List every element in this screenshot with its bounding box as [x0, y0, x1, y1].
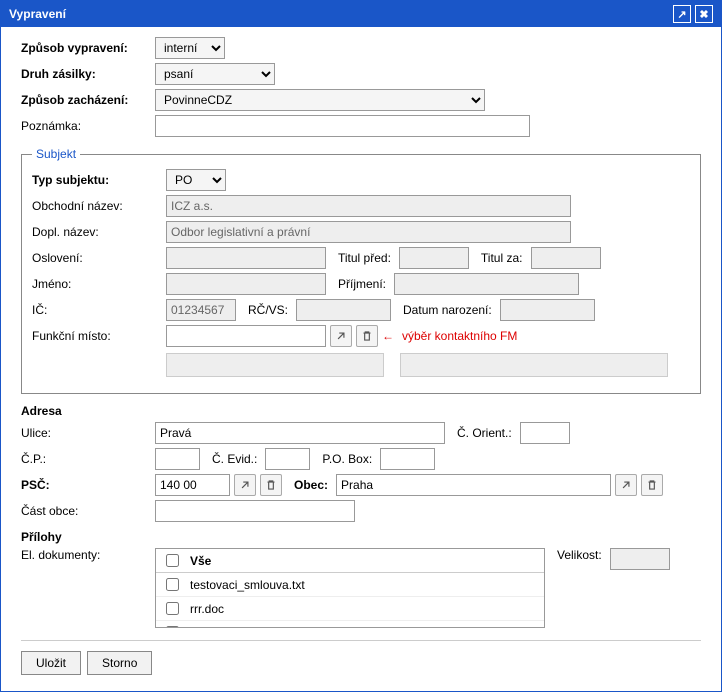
- label-el-dokumenty: El. dokumenty:: [21, 548, 151, 562]
- trash-icon: [645, 478, 659, 492]
- save-button[interactable]: Uložit: [21, 651, 81, 675]
- label-po-box: P.O. Box:: [322, 452, 372, 466]
- heading-adresa: Adresa: [21, 404, 701, 418]
- select-zpusob-vypraveni[interactable]: interní: [155, 37, 225, 59]
- label-ic: IČ:: [32, 303, 162, 317]
- input-cast-obce[interactable]: [155, 500, 355, 522]
- input-funkcni-misto[interactable]: [166, 325, 326, 347]
- label-ulice: Ulice:: [21, 426, 151, 440]
- label-titul-za: Titul za:: [481, 251, 523, 265]
- dialog-title: Vypravení: [9, 7, 66, 21]
- input-jmeno: [166, 273, 326, 295]
- label-osloveni: Oslovení:: [32, 251, 162, 265]
- attachment-name: rrr.doc: [190, 602, 224, 616]
- label-cast-obce: Část obce:: [21, 504, 151, 518]
- cancel-button[interactable]: Storno: [87, 651, 152, 675]
- check-attachment[interactable]: [166, 578, 179, 591]
- label-poznamka: Poznámka:: [21, 119, 151, 133]
- header-vse: Vše: [190, 554, 211, 568]
- input-dopl-nazev: [166, 221, 571, 243]
- input-cp[interactable]: [155, 448, 200, 470]
- label-psc: PSČ:: [21, 478, 151, 492]
- label-jmeno: Jméno:: [32, 277, 162, 291]
- delete-fm-button[interactable]: [356, 325, 378, 347]
- psc-clear-button[interactable]: [260, 474, 282, 496]
- label-titul-pred: Titul před:: [338, 251, 391, 265]
- arrow-out-icon: [619, 478, 633, 492]
- label-prijmeni: Příjmení:: [338, 277, 386, 291]
- label-datum-narozeni: Datum narození:: [403, 303, 492, 317]
- input-obchodni-nazev: [166, 195, 571, 217]
- input-ulice[interactable]: [155, 422, 445, 444]
- label-dopl-nazev: Dopl. název:: [32, 225, 162, 239]
- input-titul-za: [531, 247, 601, 269]
- label-obchodni-nazev: Obchodní název:: [32, 199, 162, 213]
- attachment-name: testovaci_smlouva.txt: [190, 578, 305, 592]
- input-po-box[interactable]: [380, 448, 435, 470]
- subject-readonly-1: [166, 353, 384, 377]
- attachment-name: testr.doc: [190, 626, 235, 629]
- trash-icon: [360, 329, 374, 343]
- input-obec[interactable]: [336, 474, 611, 496]
- fieldset-subjekt: Subjekt Typ subjektu: PO Obchodní název:…: [21, 147, 701, 394]
- input-psc[interactable]: [155, 474, 230, 496]
- check-all[interactable]: [166, 554, 179, 567]
- label-druh-zasilky: Druh zásilky:: [21, 67, 151, 81]
- maximize-icon[interactable]: ↗: [673, 5, 691, 23]
- trash-icon: [264, 478, 278, 492]
- close-icon[interactable]: ✖: [695, 5, 713, 23]
- annotation-arrow-icon: ←: [382, 329, 394, 343]
- label-c-orient: Č. Orient.:: [457, 426, 512, 440]
- arrow-out-icon: [238, 478, 252, 492]
- label-cp: Č.P.:: [21, 452, 151, 466]
- check-attachment[interactable]: [166, 602, 179, 615]
- label-c-evid: Č. Evid.:: [212, 452, 257, 466]
- subject-readonly-2: [400, 353, 668, 377]
- obec-clear-button[interactable]: [641, 474, 663, 496]
- input-datum-narozeni: [500, 299, 595, 321]
- psc-lookup-button[interactable]: [234, 474, 256, 496]
- input-rcvs: [296, 299, 391, 321]
- select-typ-subjektu[interactable]: PO: [166, 169, 226, 191]
- list-item: testr.doc: [156, 621, 544, 628]
- dialog: Vypravení ↗ ✖ Způsob vypravení: interní …: [0, 0, 722, 692]
- label-zpusob-vypraveni: Způsob vypravení:: [21, 41, 151, 55]
- label-typ-subjektu: Typ subjektu:: [32, 173, 162, 187]
- arrow-out-icon: [334, 329, 348, 343]
- legend-subjekt: Subjekt: [32, 147, 80, 161]
- input-c-evid[interactable]: [265, 448, 310, 470]
- input-osloveni: [166, 247, 326, 269]
- select-fm-button[interactable]: [330, 325, 352, 347]
- select-zpusob-zachazeni[interactable]: PovinneCDZ: [155, 89, 485, 111]
- select-druh-zasilky[interactable]: psaní: [155, 63, 275, 85]
- label-rcvs: RČ/VS:: [248, 303, 288, 317]
- input-velikost: [610, 548, 670, 570]
- label-velikost: Velikost:: [557, 548, 602, 562]
- input-poznamka[interactable]: [155, 115, 530, 137]
- input-prijmeni: [394, 273, 579, 295]
- label-zpusob-zachazeni: Způsob zacházení:: [21, 93, 151, 107]
- list-item: rrr.doc: [156, 597, 544, 621]
- label-funkcni-misto: Funkční místo:: [32, 329, 162, 343]
- input-c-orient[interactable]: [520, 422, 570, 444]
- input-titul-pred: [399, 247, 469, 269]
- obec-lookup-button[interactable]: [615, 474, 637, 496]
- check-attachment[interactable]: [166, 626, 179, 628]
- titlebar: Vypravení ↗ ✖: [1, 1, 721, 27]
- heading-prilohy: Přílohy: [21, 530, 701, 544]
- annotation-text: výběr kontaktního FM: [402, 329, 517, 343]
- label-obec: Obec:: [294, 478, 328, 492]
- input-ic: [166, 299, 236, 321]
- list-item: testovaci_smlouva.txt: [156, 573, 544, 597]
- attachments-list[interactable]: Vše testovaci_smlouva.txt rrr.doc testr.…: [155, 548, 545, 628]
